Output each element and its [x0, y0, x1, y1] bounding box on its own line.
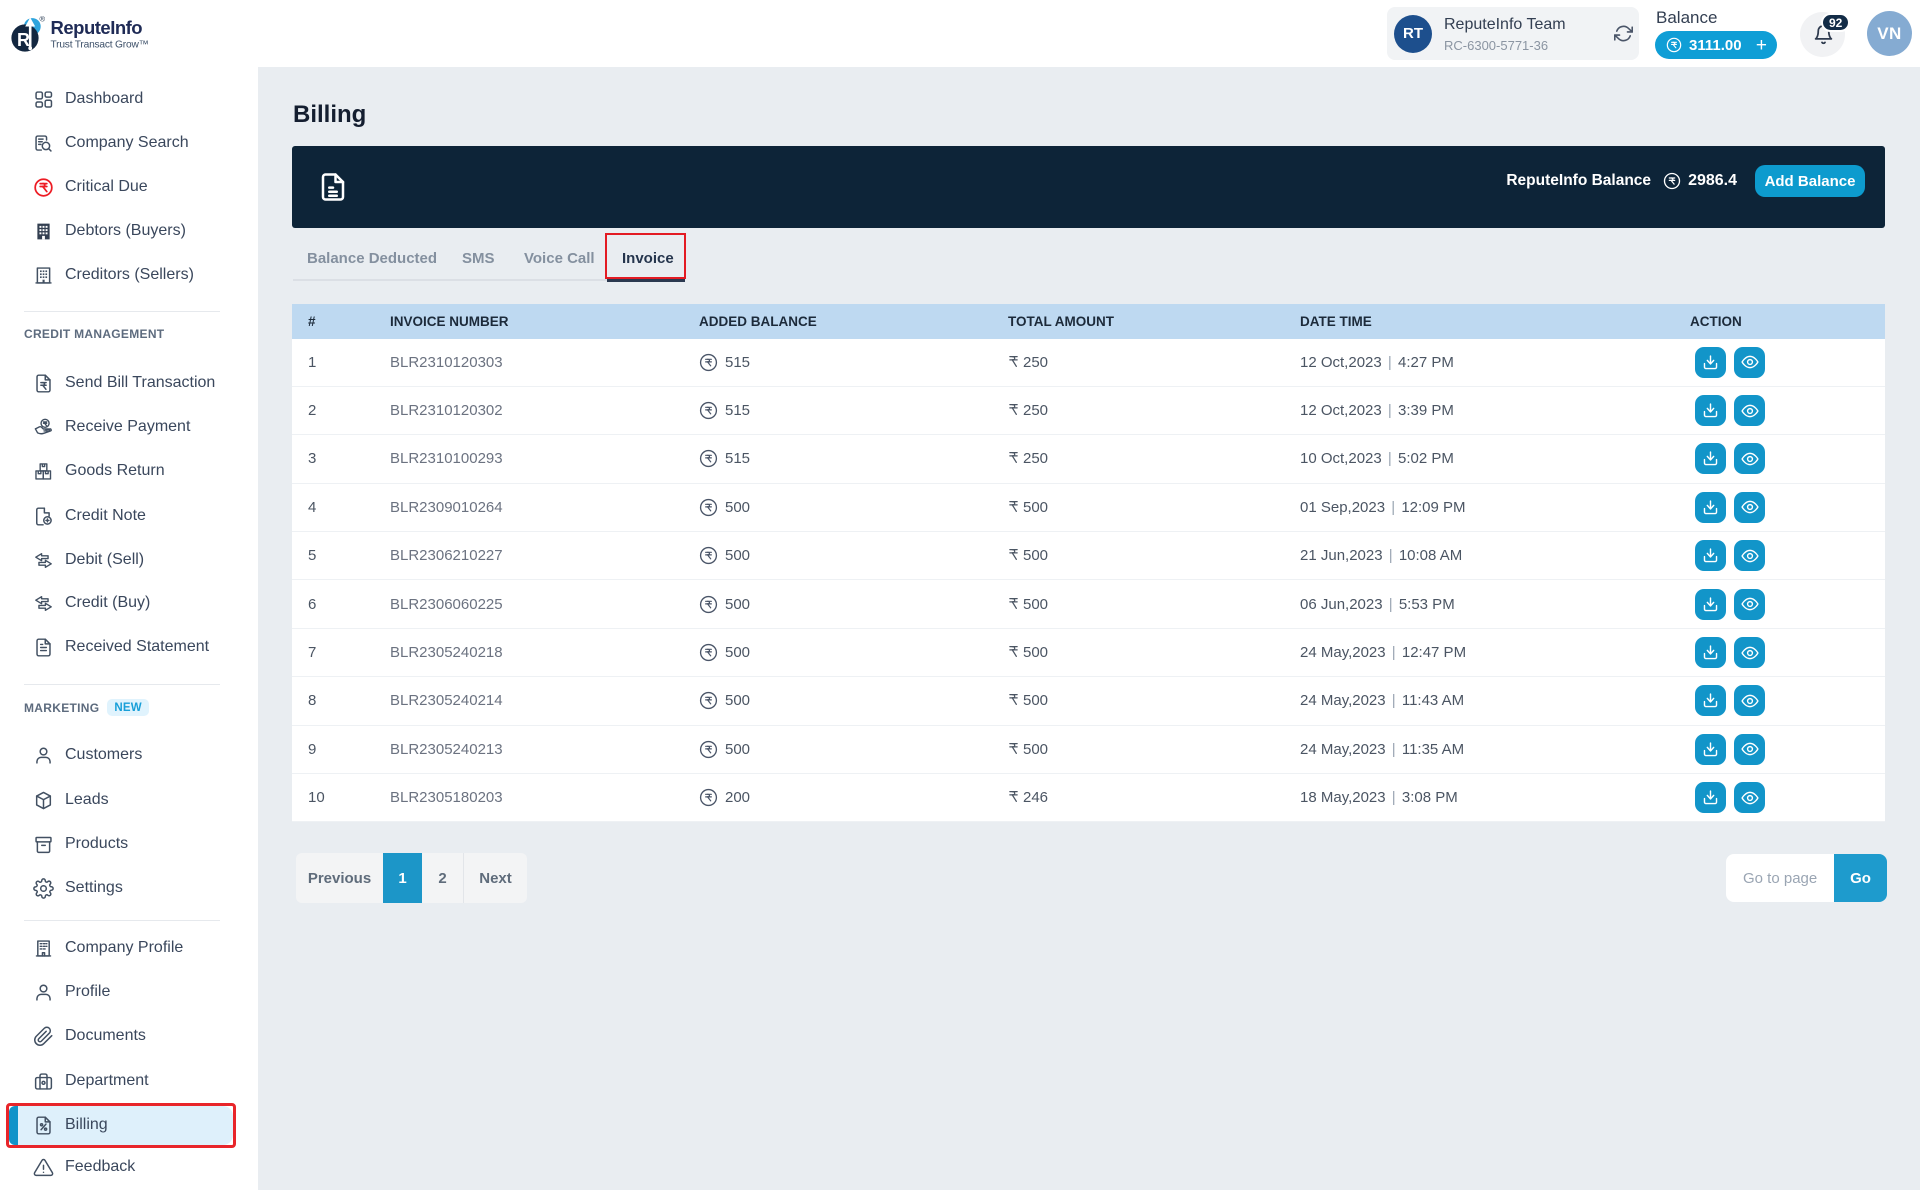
- svg-text:Trust Transact Grow™: Trust Transact Grow™: [51, 40, 149, 51]
- svg-text:®: ®: [40, 15, 46, 24]
- svg-text:ReputeInfo: ReputeInfo: [51, 17, 143, 38]
- svg-text:R: R: [17, 30, 30, 50]
